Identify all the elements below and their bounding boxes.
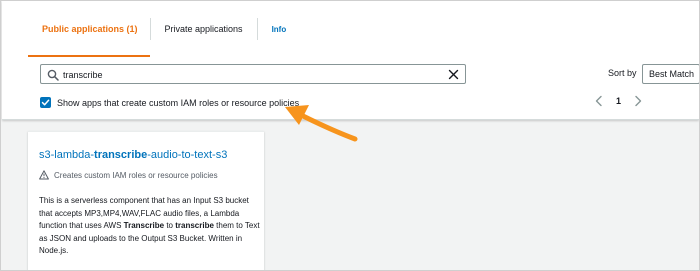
checkmark-icon — [41, 99, 50, 106]
sort-label: Sort by — [608, 68, 637, 78]
iam-filter-label[interactable]: Show apps that create custom IAM roles o… — [57, 98, 299, 108]
desc-highlight-2: transcribe — [175, 221, 214, 230]
desc-highlight-1: Transcribe — [123, 221, 165, 230]
search-icon — [47, 69, 59, 81]
close-icon[interactable] — [448, 69, 459, 80]
application-description: This is a serverless component that has … — [39, 195, 261, 258]
pagination: 1 — [594, 93, 643, 109]
chevron-left-icon[interactable] — [594, 95, 604, 107]
desc-part-2: to — [164, 221, 176, 230]
filter-option: Show apps that create custom IAM roles o… — [40, 97, 299, 108]
title-prefix: s3-lambda- — [39, 149, 95, 161]
iam-warning: Creates custom IAM roles or resource pol… — [39, 170, 218, 180]
application-title-link[interactable]: s3-lambda-transcribe-audio-to-text-s3 — [39, 149, 227, 161]
title-highlight: transcribe — [94, 149, 148, 161]
warning-icon — [39, 170, 49, 180]
tab-private-applications[interactable]: Private applications — [151, 1, 257, 57]
chevron-right-icon[interactable] — [633, 95, 643, 107]
title-suffix: -audio-to-text-s3 — [147, 149, 228, 161]
sort-select[interactable]: Best Match — [642, 64, 699, 84]
application-card: s3-lambda-transcribe-audio-to-text-s3 Cr… — [28, 131, 264, 270]
search-input[interactable] — [63, 67, 423, 82]
tab-public-applications[interactable]: Public applications (1) — [28, 1, 150, 57]
search-box[interactable] — [40, 64, 466, 84]
tab-bar: Public applications (1) Private applicat… — [28, 1, 300, 57]
iam-filter-checkbox[interactable] — [40, 97, 51, 108]
warning-text: Creates custom IAM roles or resource pol… — [54, 170, 218, 180]
annotation-arrow-icon — [285, 105, 358, 142]
page-number[interactable]: 1 — [616, 96, 621, 106]
app-frame: Public applications (1) Private applicat… — [0, 0, 700, 271]
tab-info[interactable]: Info — [258, 1, 301, 57]
